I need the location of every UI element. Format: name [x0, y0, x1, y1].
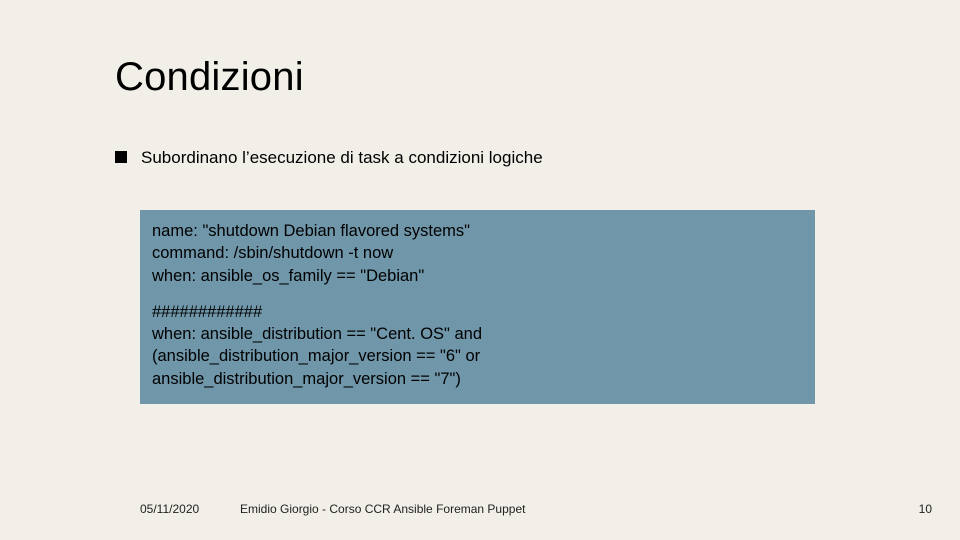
code-line: ############ — [152, 301, 803, 323]
slide: Condizioni Subordinano l’esecuzione di t… — [0, 0, 960, 540]
bullet-item: Subordinano l’esecuzione di task a condi… — [115, 148, 543, 168]
code-line: (ansible_distribution_major_version == "… — [152, 345, 803, 367]
slide-title: Condizioni — [115, 55, 304, 100]
code-line: when: ansible_os_family == "Debian" — [152, 265, 803, 287]
code-gap — [152, 287, 803, 301]
bullet-text: Subordinano l’esecuzione di task a condi… — [141, 148, 543, 168]
code-line: ansible_distribution_major_version == "7… — [152, 368, 803, 390]
footer-author-course: Emidio Giorgio - Corso CCR Ansible Forem… — [240, 502, 525, 516]
footer-date: 05/11/2020 — [140, 502, 199, 516]
code-line: command: /sbin/shutdown -t now — [152, 242, 803, 264]
code-block: name: "shutdown Debian flavored systems"… — [140, 210, 815, 404]
code-line: when: ansible_distribution == "Cent. OS"… — [152, 323, 803, 345]
page-number: 10 — [919, 502, 932, 516]
code-line: name: "shutdown Debian flavored systems" — [152, 220, 803, 242]
square-bullet-icon — [115, 151, 127, 163]
